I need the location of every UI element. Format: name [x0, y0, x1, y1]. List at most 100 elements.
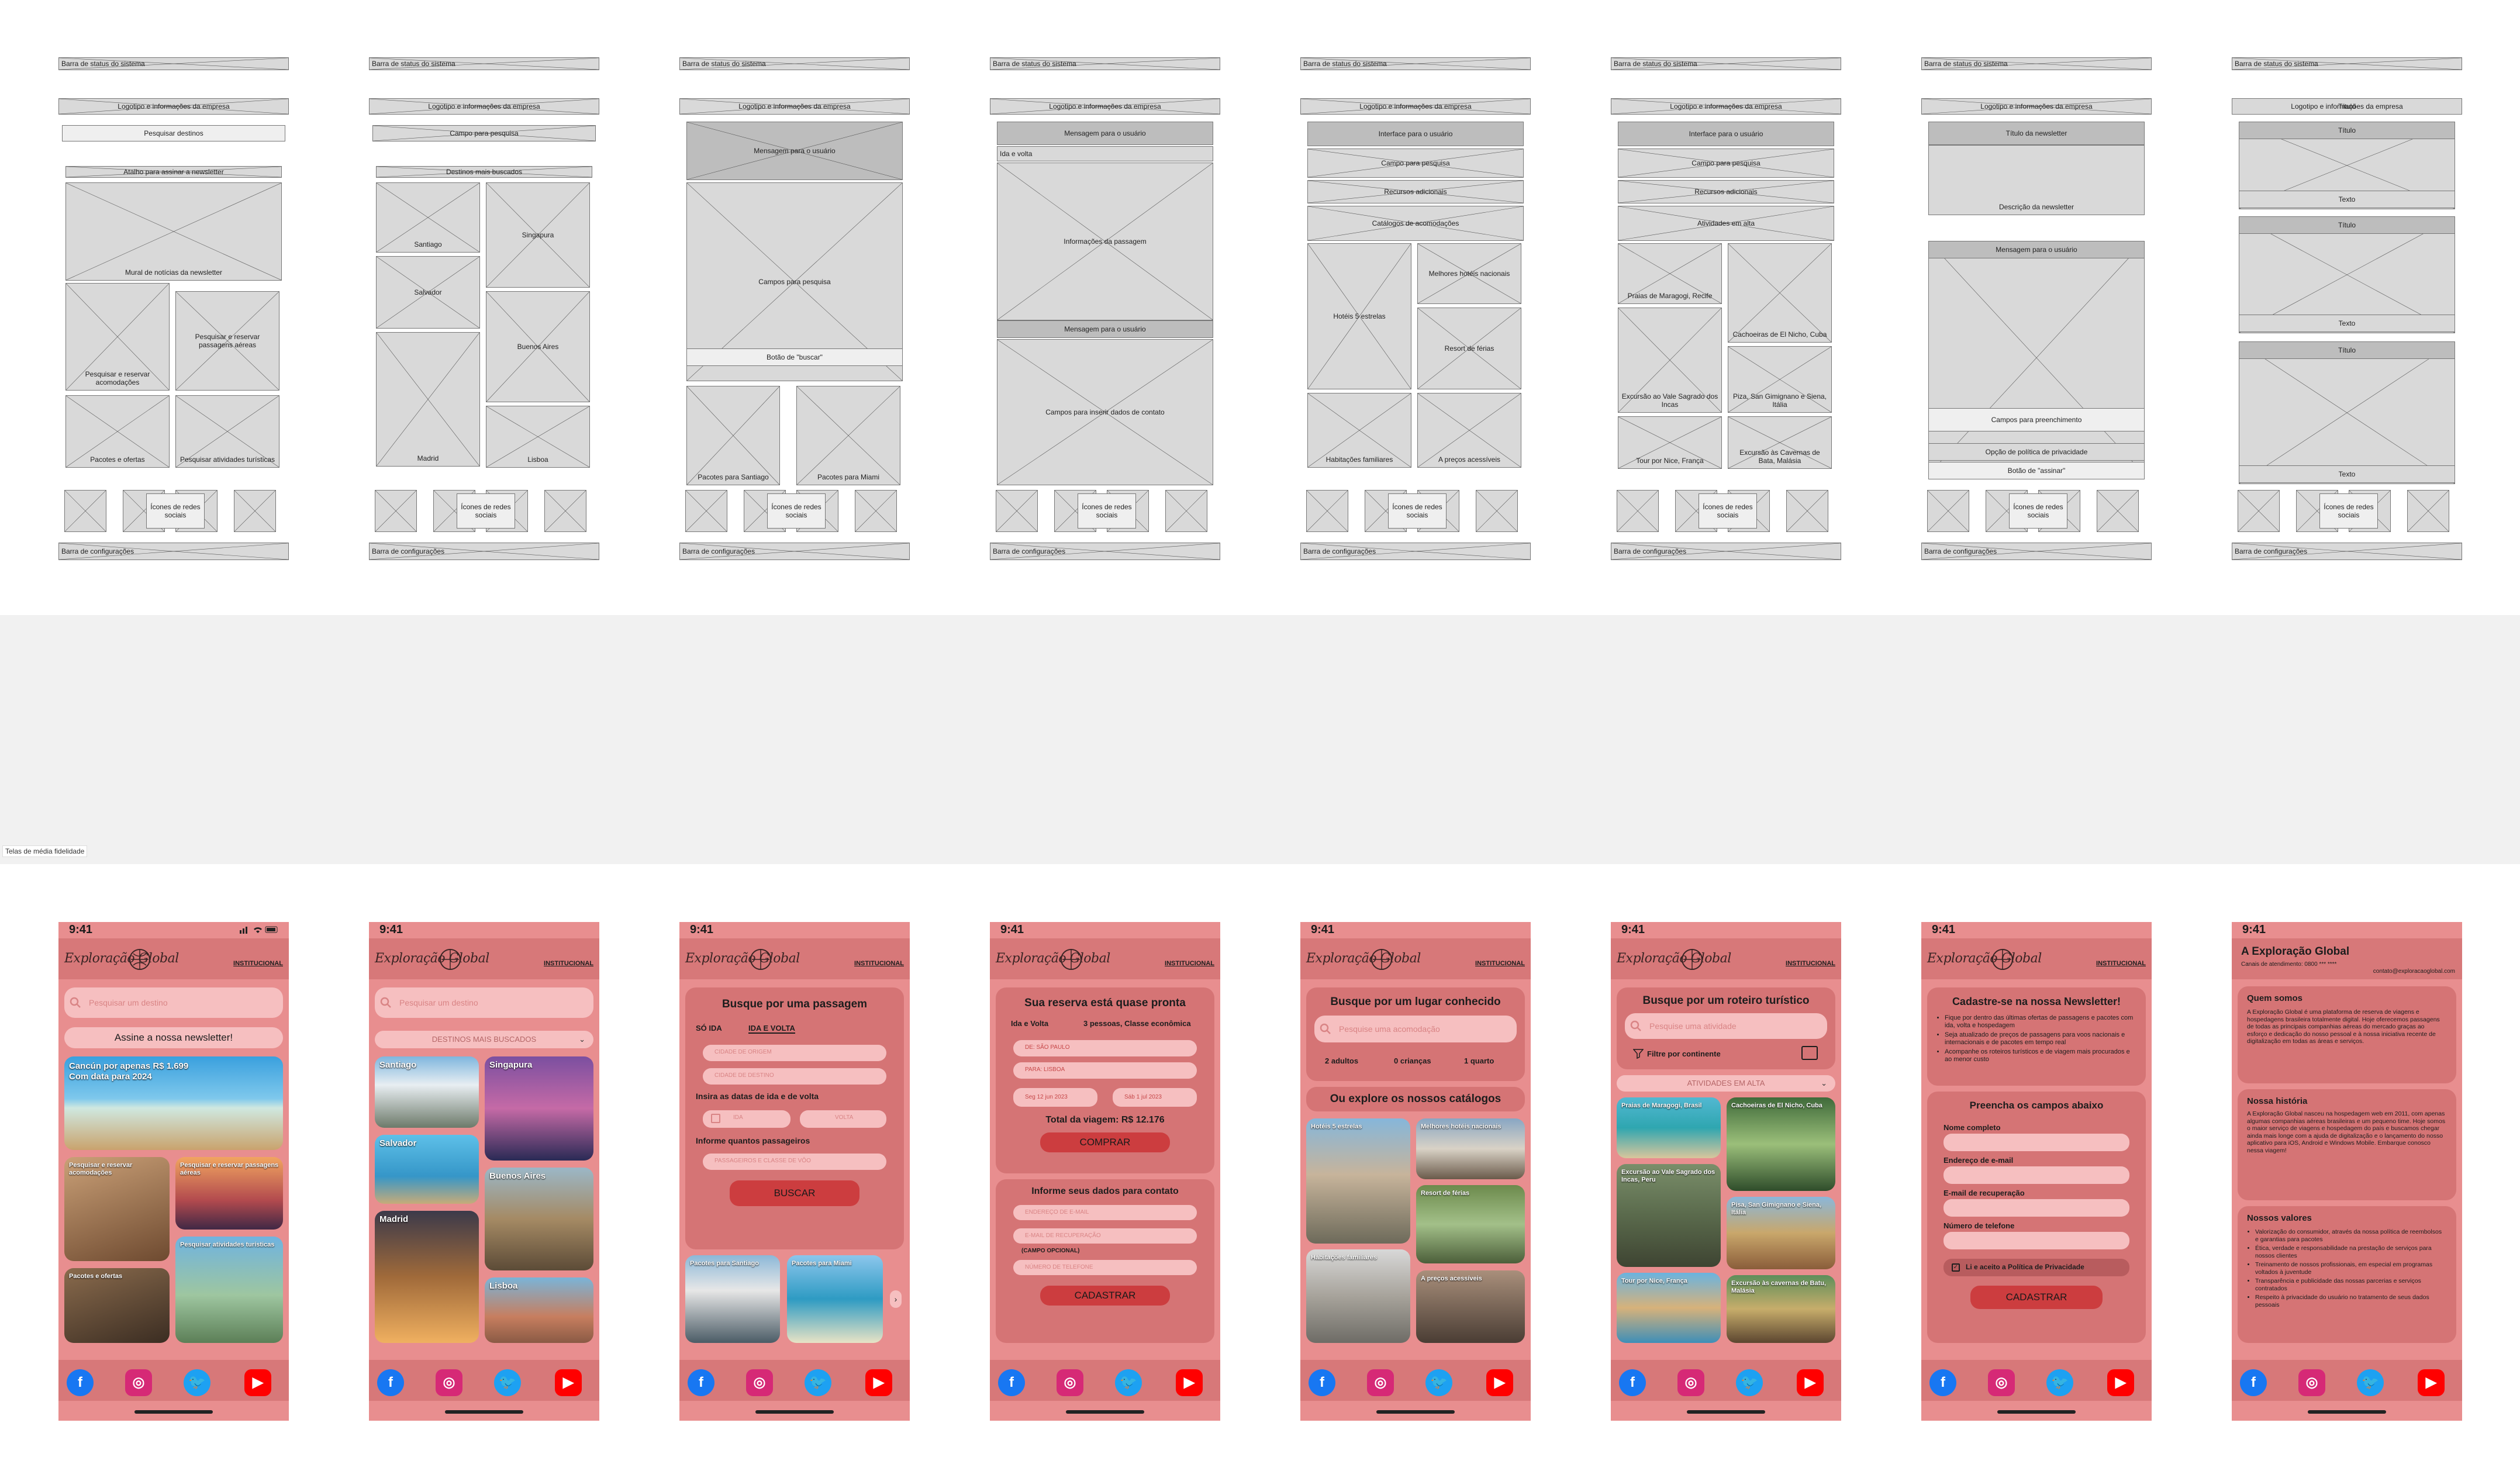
catalog-resort[interactable]: Resort de férias [1416, 1185, 1525, 1263]
dest-santiago[interactable]: Santiago [375, 1056, 479, 1128]
institutional-link[interactable]: INSTITUCIONAL [233, 960, 283, 967]
twitter-icon[interactable]: 🐦 [2357, 1369, 2384, 1396]
activity-maragogi[interactable]: Praias de Maragogi, Brasil [1617, 1097, 1721, 1158]
facebook-icon[interactable]: f [1309, 1369, 1335, 1396]
youtube-icon[interactable]: ▶ [2107, 1369, 2134, 1396]
dest-salvador[interactable]: Salvador [375, 1135, 479, 1204]
chevron-right-icon[interactable]: › [890, 1290, 902, 1308]
activity-batu[interactable]: Excursão às cavernas de Batu, Malásia [1727, 1275, 1835, 1343]
brand-logo[interactable]: Exploração Global [375, 947, 498, 973]
email-field[interactable] [1943, 1166, 2129, 1184]
to-field[interactable]: PARA: LISBOA [1013, 1062, 1197, 1079]
brand-logo[interactable]: Exploração Global [1927, 947, 2050, 973]
departure-date[interactable]: Seg 12 jun 2023 [1013, 1088, 1097, 1107]
youtube-icon[interactable]: ▶ [244, 1369, 271, 1396]
youtube-icon[interactable]: ▶ [865, 1369, 892, 1396]
origin-field[interactable]: CIDADE DE ORIGEM [703, 1045, 886, 1061]
institutional-link[interactable]: INSTITUCIONAL [854, 960, 904, 967]
facebook-icon[interactable]: f [998, 1369, 1025, 1396]
facebook-icon[interactable]: f [377, 1369, 404, 1396]
twitter-icon[interactable]: 🐦 [184, 1369, 210, 1396]
twitter-icon[interactable]: 🐦 [2046, 1369, 2073, 1396]
twitter-icon[interactable]: 🐦 [1736, 1369, 1763, 1396]
twitter-icon[interactable]: 🐦 [1115, 1369, 1142, 1396]
accommodation-search-input[interactable]: Pesquise uma acomodação [1314, 1016, 1517, 1042]
privacy-policy-option[interactable]: ✓ Li e aceito a Política de Privacidade [1943, 1259, 2129, 1276]
return-date[interactable]: Sáb 1 jul 2023 [1113, 1088, 1197, 1107]
catalog-family[interactable]: Habitações familiares [1306, 1249, 1410, 1343]
recovery-email-field[interactable] [1943, 1199, 2129, 1217]
facebook-icon[interactable]: f [1619, 1369, 1646, 1396]
recovery-email-field[interactable]: E-MAIL DE RECUPERAÇÃO [1013, 1228, 1197, 1244]
checkbox-checked[interactable]: ✓ [1952, 1263, 1960, 1272]
adults-select[interactable]: 2 adultos [1325, 1056, 1358, 1065]
register-button[interactable]: CADASTRAR [1040, 1286, 1170, 1306]
dest-madrid[interactable]: Madrid [375, 1211, 479, 1343]
return-date-field[interactable]: VOLTA [800, 1110, 886, 1128]
email-field[interactable]: ENDEREÇO DE E-MAIL [1013, 1205, 1197, 1220]
dest-buenos-aires[interactable]: Buenos Aires [485, 1168, 593, 1270]
package-miami[interactable]: Pacotes para Miami [787, 1255, 883, 1343]
facebook-icon[interactable]: f [2240, 1369, 2267, 1396]
contact-email[interactable]: contato@exploracaoglobal.com [2373, 968, 2455, 976]
rooms-select[interactable]: 1 quarto [1464, 1056, 1494, 1065]
activity-tuscany[interactable]: Pisa, San Gimignano e Siena, Itália [1727, 1197, 1835, 1269]
catalog-5-star[interactable]: Hotéis 5 estrelas [1306, 1118, 1410, 1244]
brand-logo[interactable]: Exploração Global [1617, 947, 1739, 973]
register-button[interactable]: CADASTRAR [1970, 1286, 2103, 1309]
from-field[interactable]: DE: SÃO PAULO [1013, 1040, 1197, 1056]
trending-dropdown[interactable]: ATIVIDADES EM ALTA ⌄ [1617, 1075, 1835, 1092]
youtube-icon[interactable]: ▶ [1486, 1369, 1513, 1396]
destination-field[interactable]: CIDADE DE DESTINO [703, 1068, 886, 1085]
instagram-icon[interactable]: ◎ [746, 1369, 773, 1396]
dest-lisboa[interactable]: Lisboa [485, 1277, 593, 1343]
dest-singapura[interactable]: Singapura [485, 1056, 593, 1161]
instagram-icon[interactable]: ◎ [1367, 1369, 1394, 1396]
institutional-link[interactable]: INSTITUCIONAL [1475, 960, 1525, 967]
activity-el-nicho[interactable]: Cachoeiras de El Nicho, Cuba [1727, 1097, 1835, 1191]
facebook-icon[interactable]: f [688, 1369, 714, 1396]
catalog-budget[interactable]: A preços acessíveis [1416, 1270, 1525, 1343]
brand-logo[interactable]: Exploração Global [996, 947, 1119, 973]
institutional-link[interactable]: INSTITUCIONAL [544, 960, 593, 967]
tile-packages[interactable]: Pacotes e ofertas [64, 1268, 170, 1343]
activity-search-input[interactable]: Pesquise uma atividade [1625, 1013, 1827, 1039]
institutional-link[interactable]: INSTITUCIONAL [1165, 960, 1214, 967]
twitter-icon[interactable]: 🐦 [494, 1369, 521, 1396]
activity-sacred-valley[interactable]: Excursão ao Vale Sagrado dos Incas, Peru [1617, 1164, 1721, 1267]
instagram-icon[interactable]: ◎ [125, 1369, 152, 1396]
tile-activities[interactable]: Pesquisar atividades turísticas [175, 1237, 283, 1343]
facebook-icon[interactable]: f [1929, 1369, 1956, 1396]
children-select[interactable]: 0 crianças [1394, 1056, 1431, 1065]
instagram-icon[interactable]: ◎ [2298, 1369, 2325, 1396]
institutional-link[interactable]: INSTITUCIONAL [1786, 960, 1835, 967]
youtube-icon[interactable]: ▶ [2418, 1369, 2445, 1396]
promo-banner[interactable]: Cancún por apenas R$ 1.699 Com data para … [64, 1056, 283, 1150]
map-icon[interactable] [1801, 1046, 1818, 1060]
search-button[interactable]: BUSCAR [730, 1180, 859, 1206]
catalog-national[interactable]: Melhores hotéis nacionais [1416, 1118, 1525, 1179]
youtube-icon[interactable]: ▶ [555, 1369, 582, 1396]
instagram-icon[interactable]: ◎ [1988, 1369, 2015, 1396]
twitter-icon[interactable]: 🐦 [1425, 1369, 1452, 1396]
name-field[interactable] [1943, 1134, 2129, 1151]
passengers-field[interactable]: PASSAGEIROS E CLASSE DE VÔO [703, 1154, 886, 1170]
facebook-icon[interactable]: f [67, 1369, 94, 1396]
tab-one-way[interactable]: SÓ IDA [696, 1024, 722, 1032]
brand-logo[interactable]: Exploração Global [1306, 947, 1429, 973]
instagram-icon[interactable]: ◎ [1057, 1369, 1083, 1396]
tab-round-trip[interactable]: IDA E VOLTA [748, 1024, 795, 1034]
destinations-dropdown[interactable]: DESTINOS MAIS BUSCADOS ⌄ [375, 1031, 593, 1048]
instagram-icon[interactable]: ◎ [436, 1369, 462, 1396]
institutional-link[interactable]: INSTITUCIONAL [2096, 960, 2146, 967]
youtube-icon[interactable]: ▶ [1797, 1369, 1824, 1396]
brand-logo[interactable]: Exploração Global [64, 947, 187, 973]
phone-field[interactable]: NÚMERO DE TELEFONE [1013, 1260, 1197, 1275]
tile-flights[interactable]: Pesquisar e reservar passagens aéreas [175, 1157, 283, 1230]
youtube-icon[interactable]: ▶ [1176, 1369, 1203, 1396]
continent-filter[interactable]: Filtre por continente [1647, 1049, 1721, 1058]
search-input[interactable]: Pesquisar um destino [375, 987, 593, 1018]
tile-accommodations[interactable]: Pesquisar e reservar acomodações [64, 1157, 170, 1261]
activity-nice[interactable]: Tour por Nice, França [1617, 1273, 1721, 1343]
package-santiago[interactable]: Pacotes para Santiago [685, 1255, 780, 1343]
